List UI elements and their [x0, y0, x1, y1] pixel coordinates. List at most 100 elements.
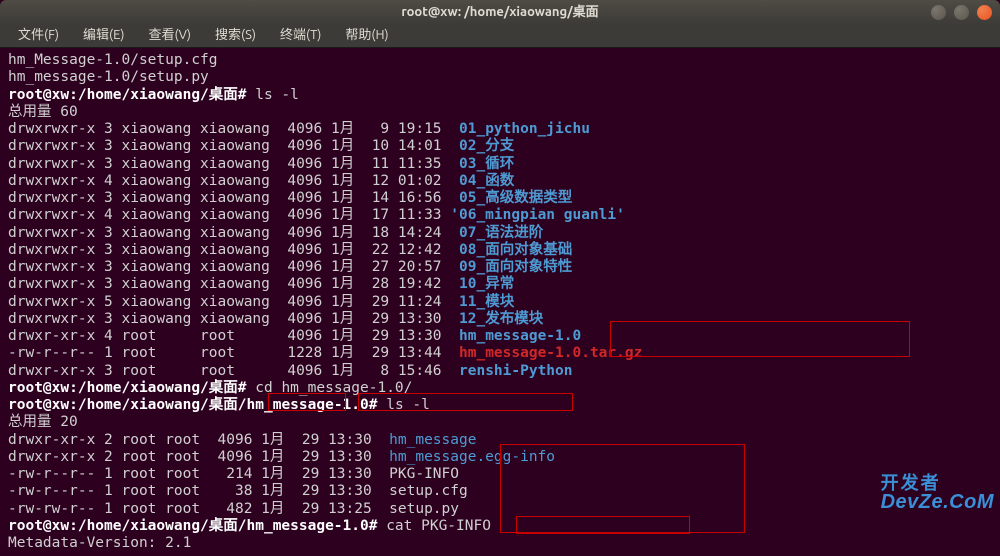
- menu-view[interactable]: 查看(V): [139, 26, 201, 45]
- ls-name: 10_异常: [459, 276, 514, 292]
- ls-name: 07_语法进阶: [459, 225, 543, 241]
- command: ls -l: [247, 87, 299, 103]
- prompt: root@xw:/home/xiaowang/: [8, 397, 209, 413]
- ls-name: 02_分支: [459, 138, 514, 154]
- ls-perm: -rw-r--r-- 1 root root 1228 1月 29 13:44: [8, 345, 459, 361]
- prompt-cwd: 桌面#: [209, 380, 247, 396]
- ls-name: 01_python_jichu: [459, 121, 590, 137]
- ls-row: -rw-r--r-- 1 root root 1228 1月 29 13:44 …: [8, 345, 992, 362]
- ls-perm: drwxrwxr-x 3 xiaowang xiaowang 4096 1月 2…: [8, 242, 459, 258]
- ls-perm: drwxr-xr-x 4 root root 4096 1月 29 13:30: [8, 328, 459, 344]
- ls-name: hm_message-1.0.tar.gz: [459, 345, 642, 361]
- command-line: root@xw:/home/xiaowang/桌面/hm_message-1.0…: [8, 397, 992, 414]
- ls-perm: drwxrwxr-x 3 xiaowang xiaowang 4096 1月 2…: [8, 276, 459, 292]
- command: cd hm_message-1.0/: [247, 380, 413, 396]
- window-titlebar: root@xw: /home/xiaowang/桌面: [0, 0, 1000, 25]
- ls-perm: drwxrwxr-x 3 xiaowang xiaowang 4096 1月 1…: [8, 138, 459, 154]
- window-controls: [931, 5, 992, 20]
- menubar: 文件(F) 编辑(E) 查看(V) 搜索(S) 终端(T) 帮助(H): [0, 25, 1000, 48]
- command-line: root@xw:/home/xiaowang/桌面# cd hm_message…: [8, 380, 992, 397]
- ls-row: drwxrwxr-x 3 xiaowang xiaowang 4096 1月 1…: [8, 225, 992, 242]
- ls-name: 09_面向对象特性: [459, 259, 572, 275]
- output-line: 总用量 20: [8, 414, 992, 431]
- ls-name: PKG-INFO: [389, 466, 459, 482]
- command: ls -l: [377, 397, 429, 413]
- ls-row: drwxr-xr-x 2 root root 4096 1月 29 13:30 …: [8, 449, 992, 466]
- ls-perm: drwxrwxr-x 3 xiaowang xiaowang 4096 1月 1…: [8, 225, 459, 241]
- menu-search[interactable]: 搜索(S): [205, 26, 266, 45]
- ls-row: drwxr-xr-x 3 root root 4096 1月 8 15:46 r…: [8, 363, 992, 380]
- ls-row: drwxrwxr-x 3 xiaowang xiaowang 4096 1月 2…: [8, 276, 992, 293]
- prompt: root@xw:/home/xiaowang/桌面/hm_message-1.0…: [8, 518, 377, 534]
- ls-row: drwxrwxr-x 3 xiaowang xiaowang 4096 1月 1…: [8, 138, 992, 155]
- ls-name: 08_面向对象基础: [459, 242, 572, 258]
- ls-perm: drwxrwxr-x 5 xiaowang xiaowang 4096 1月 2…: [8, 294, 459, 310]
- total-line: 总用量 20: [8, 414, 78, 430]
- scrollback-line: hm_Message-1.0/setup.cfg: [8, 52, 992, 69]
- ls-perm: -rw-rw-r-- 1 root root 482 1月 29 13:25: [8, 501, 389, 517]
- output-line: 总用量 60: [8, 104, 992, 121]
- ls-row: drwxr-xr-x 4 root root 4096 1月 29 13:30 …: [8, 328, 992, 345]
- menu-help[interactable]: 帮助(H): [335, 26, 398, 45]
- ls-row: -rw-r--r-- 1 root root 38 1月 29 13:30 se…: [8, 483, 992, 500]
- command-line: root@xw:/home/xiaowang/桌面# ls -l: [8, 87, 992, 104]
- prompt: 桌面: [209, 397, 238, 413]
- ls-row: drwxrwxr-x 3 xiaowang xiaowang 4096 1月 1…: [8, 190, 992, 207]
- ls-name: setup.py: [389, 501, 459, 517]
- ls-perm: drwxrwxr-x 4 xiaowang xiaowang 4096 1月 1…: [8, 173, 459, 189]
- ls-row: -rw-r--r-- 1 root root 214 1月 29 13:30 P…: [8, 466, 992, 483]
- ls-name: hm_message: [389, 432, 476, 448]
- ls-row: drwxrwxr-x 4 xiaowang xiaowang 4096 1月 1…: [8, 207, 992, 224]
- ls-row: -rw-rw-r-- 1 root root 482 1月 29 13:25 s…: [8, 501, 992, 518]
- ls-perm: drwxrwxr-x 3 xiaowang xiaowang 4096 1月 2…: [8, 259, 459, 275]
- ls-name: 04_函数: [459, 173, 514, 189]
- prompt: /hm_message-1.0#: [238, 397, 378, 413]
- output-line: Metadata-Version: 2.1: [8, 535, 992, 552]
- terminal[interactable]: hm_Message-1.0/setup.cfghm_message-1.0/s…: [0, 48, 1000, 556]
- ls-perm: drwxr-xr-x 3 root root 4096 1月 8 15:46: [8, 363, 459, 379]
- ls-name: renshi-Python: [459, 363, 573, 379]
- window-title: root@xw: /home/xiaowang/桌面: [401, 5, 598, 20]
- prompt: root@xw:/home/xiaowang/: [8, 380, 209, 396]
- output-text: Metadata-Version: 2.1: [8, 535, 191, 551]
- minimize-button[interactable]: [931, 5, 946, 20]
- menu-terminal[interactable]: 终端(T): [270, 26, 331, 45]
- scrollback-line: hm_message-1.0/setup.py: [8, 69, 992, 86]
- watermark-en: DevZe.CoM: [881, 492, 994, 512]
- ls-name: setup.cfg: [389, 483, 468, 499]
- menu-file[interactable]: 文件(F): [8, 26, 69, 45]
- ls-name: 03_循环: [459, 156, 514, 172]
- ls-perm: drwxrwxr-x 3 xiaowang xiaowang 4096 1月 1…: [8, 156, 459, 172]
- command: cat PKG-INFO: [377, 518, 491, 534]
- watermark-cn: 开发者: [881, 474, 994, 492]
- ls-row: drwxrwxr-x 5 xiaowang xiaowang 4096 1月 2…: [8, 294, 992, 311]
- ls-perm: -rw-r--r-- 1 root root 38 1月 29 13:30: [8, 483, 389, 499]
- total-line: 总用量 60: [8, 104, 78, 120]
- ls-perm: drwxrwxr-x 3 xiaowang xiaowang 4096 1月 1…: [8, 190, 459, 206]
- ls-row: drwxrwxr-x 3 xiaowang xiaowang 4096 1月 2…: [8, 259, 992, 276]
- ls-row: drwxrwxr-x 3 xiaowang xiaowang 4096 1月 1…: [8, 156, 992, 173]
- ls-name: hm_message.egg-info: [389, 449, 555, 465]
- maximize-button[interactable]: [954, 5, 969, 20]
- ls-name: 11_模块: [459, 294, 514, 310]
- ls-row: drwxrwxr-x 3 xiaowang xiaowang 4096 1月 2…: [8, 242, 992, 259]
- watermark: 开发者 DevZe.CoM: [881, 474, 994, 512]
- ls-perm: drwxr-xr-x 2 root root 4096 1月 29 13:30: [8, 449, 389, 465]
- command-line: root@xw:/home/xiaowang/桌面/hm_message-1.0…: [8, 518, 992, 535]
- output-text: hm_message-1.0/setup.py: [8, 69, 209, 85]
- ls-row: drwxrwxr-x 4 xiaowang xiaowang 4096 1月 1…: [8, 173, 992, 190]
- close-button[interactable]: [977, 5, 992, 20]
- menu-edit[interactable]: 编辑(E): [73, 26, 134, 45]
- ls-name: 05_高级数据类型: [459, 190, 572, 206]
- ls-name: 12_发布模块: [459, 311, 543, 327]
- ls-row: drwxr-xr-x 2 root root 4096 1月 29 13:30 …: [8, 432, 992, 449]
- ls-name: '06_mingpian guanli': [450, 207, 625, 223]
- prompt: root@xw:/home/xiaowang/桌面#: [8, 87, 247, 103]
- ls-row: drwxrwxr-x 3 xiaowang xiaowang 4096 1月 9…: [8, 121, 992, 138]
- ls-perm: drwxr-xr-x 2 root root 4096 1月 29 13:30: [8, 432, 389, 448]
- ls-name: hm_message-1.0: [459, 328, 581, 344]
- ls-perm: -rw-r--r-- 1 root root 214 1月 29 13:30: [8, 466, 389, 482]
- ls-row: drwxrwxr-x 3 xiaowang xiaowang 4096 1月 2…: [8, 311, 992, 328]
- ls-perm: drwxrwxr-x 3 xiaowang xiaowang 4096 1月 2…: [8, 311, 459, 327]
- ls-perm: drwxrwxr-x 4 xiaowang xiaowang 4096 1月 1…: [8, 207, 450, 223]
